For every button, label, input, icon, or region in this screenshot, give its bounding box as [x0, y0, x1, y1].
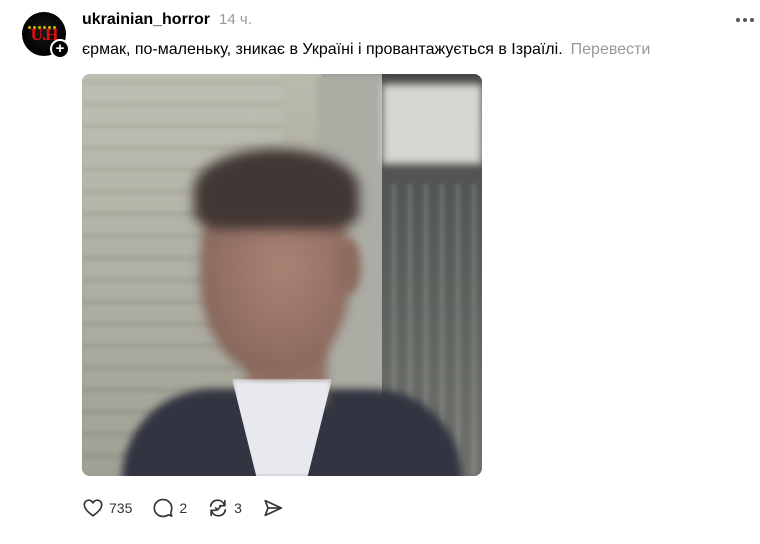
- reply-count: 2: [179, 500, 188, 516]
- post-caption: єрмак, по-маленьку, зникає в Україні і п…: [82, 41, 650, 59]
- repost-button[interactable]: 3: [207, 496, 242, 520]
- post: U.H + ukrainian_horror 14 ч. єрмак, по-м…: [0, 0, 760, 544]
- post-actions: 735 2 3: [82, 496, 304, 520]
- more-dots-icon[interactable]: [736, 18, 758, 26]
- like-button[interactable]: 735: [82, 496, 132, 520]
- share-button[interactable]: [262, 496, 284, 520]
- heart-icon: [82, 497, 104, 519]
- post-image[interactable]: [82, 74, 482, 476]
- like-count: 735: [109, 500, 133, 516]
- reply-button[interactable]: 2: [152, 496, 187, 520]
- caption-text: єрмак, по-маленьку, зникає в Україні і п…: [82, 41, 563, 58]
- image-overlay: [82, 74, 482, 476]
- repost-icon: [207, 497, 229, 519]
- post-time[interactable]: 14 ч.: [219, 11, 252, 28]
- username[interactable]: ukrainian_horror: [82, 11, 210, 29]
- dot: [743, 18, 747, 22]
- avatar-dots-top: [28, 16, 60, 29]
- dot: [736, 18, 740, 22]
- post-header: ukrainian_horror 14 ч.: [82, 11, 252, 31]
- send-icon: [262, 497, 284, 519]
- follow-button[interactable]: +: [50, 39, 70, 59]
- repost-count: 3: [234, 500, 242, 516]
- comment-icon: [152, 497, 174, 519]
- translate-link[interactable]: Перевести: [571, 41, 651, 58]
- dot: [750, 18, 754, 22]
- avatar-container[interactable]: U.H +: [22, 12, 70, 60]
